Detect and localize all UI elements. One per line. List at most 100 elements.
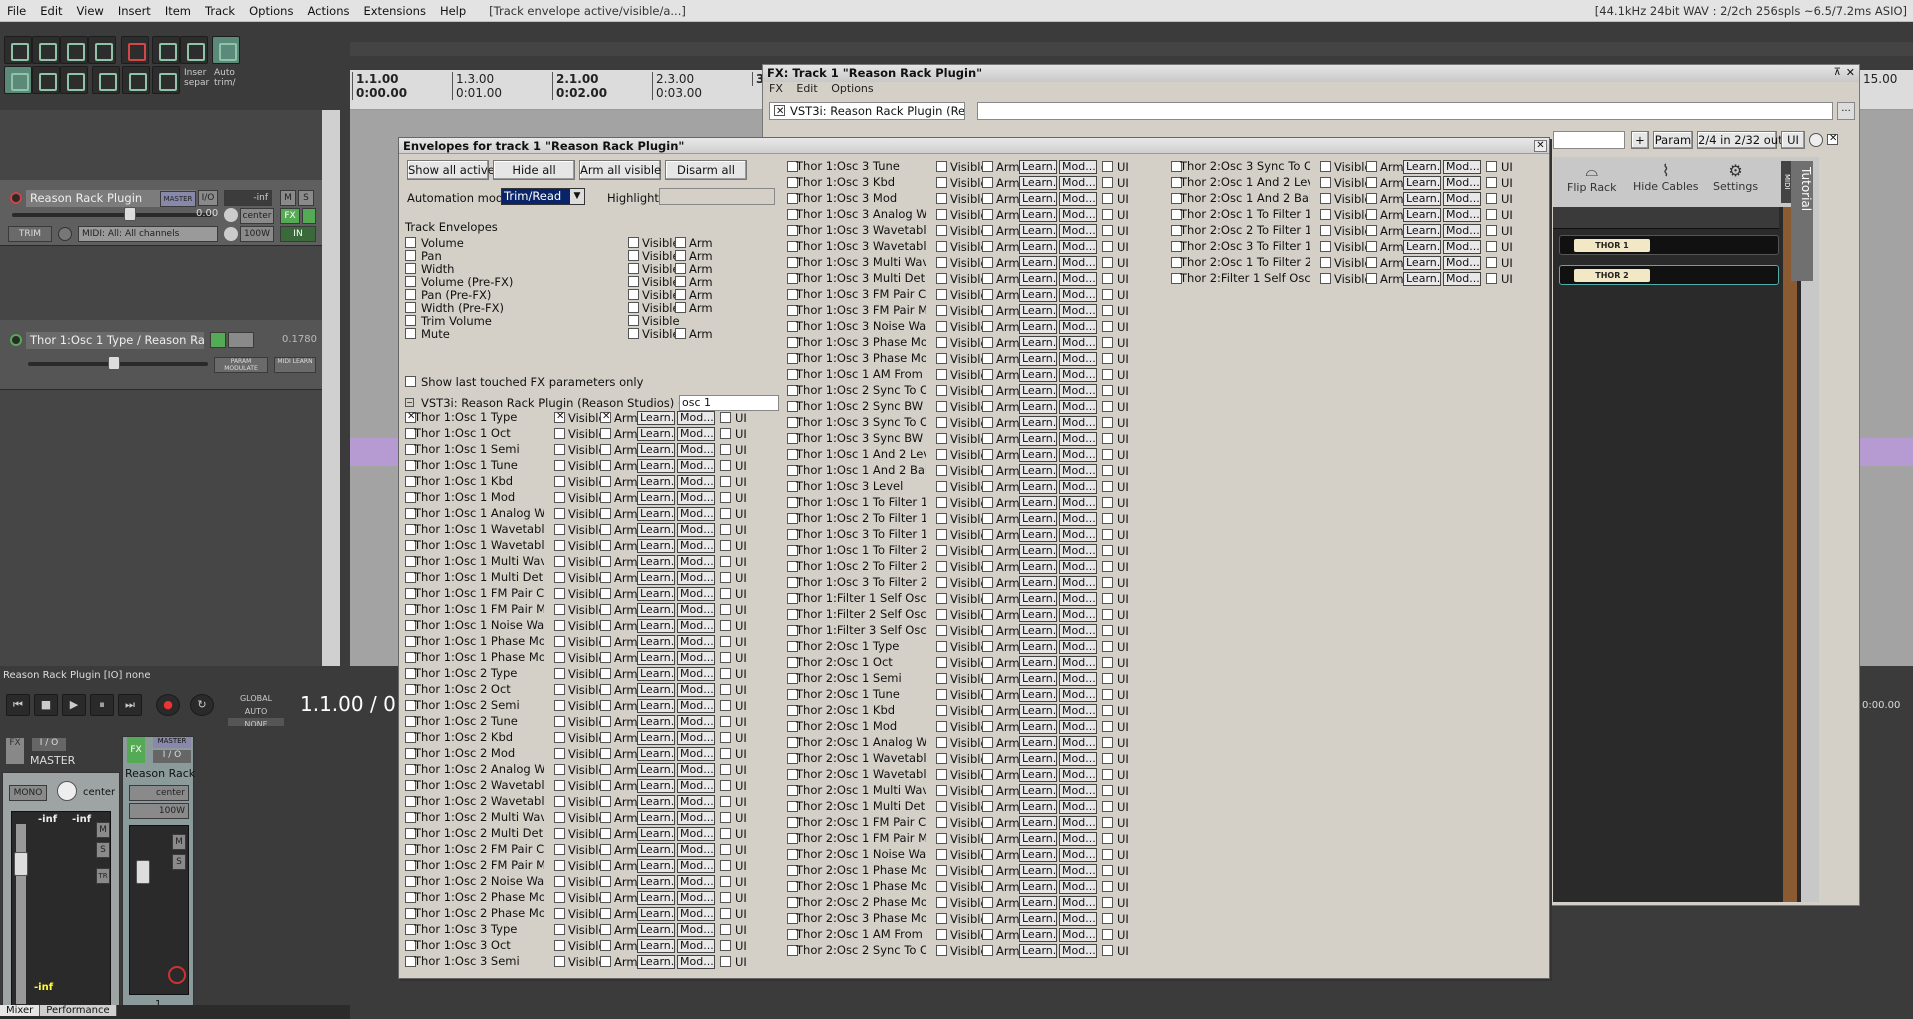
visible-checkbox[interactable]	[936, 401, 947, 412]
learn-button[interactable]: Learn...	[637, 699, 675, 713]
track-envelope-checkbox[interactable]	[405, 237, 416, 248]
ui-checkbox[interactable]	[720, 892, 731, 903]
mod-button[interactable]: Mod...	[677, 715, 715, 729]
learn-button[interactable]: Learn...	[637, 827, 675, 841]
envelope-icon[interactable]	[212, 36, 240, 64]
visible-checkbox[interactable]	[628, 302, 639, 313]
visible-checkbox[interactable]	[628, 276, 639, 287]
learn-button[interactable]: Learn...	[637, 539, 675, 553]
settings-icon[interactable]	[88, 36, 116, 64]
visible-checkbox[interactable]	[554, 844, 565, 855]
visible-checkbox[interactable]	[936, 305, 947, 316]
mod-button[interactable]: Mod...	[677, 523, 715, 537]
visible-checkbox[interactable]	[554, 956, 565, 967]
ui-checkbox[interactable]	[720, 764, 731, 775]
open-project-icon[interactable]	[32, 36, 60, 64]
learn-button[interactable]: Learn...	[1019, 944, 1057, 958]
ui-checkbox[interactable]	[720, 908, 731, 919]
ui-checkbox[interactable]	[720, 876, 731, 887]
mod-button[interactable]: Mod...	[1059, 208, 1097, 222]
track-1-panel[interactable]: Reason Rack Plugin MASTER I/O -inf M S 0…	[0, 180, 338, 246]
mod-button[interactable]: Mod...	[677, 411, 715, 425]
pause-icon[interactable]: ⏸	[90, 694, 114, 716]
mod-button[interactable]: Mod...	[677, 955, 715, 969]
visible-checkbox[interactable]	[936, 337, 947, 348]
ui-checkbox[interactable]	[1102, 609, 1113, 620]
learn-button[interactable]: Learn...	[1019, 304, 1057, 318]
arm-checkbox[interactable]	[600, 636, 611, 647]
mod-button[interactable]: Mod...	[1059, 816, 1097, 830]
arm-checkbox[interactable]	[982, 737, 993, 748]
visible-checkbox[interactable]	[554, 940, 565, 951]
time-display[interactable]: 1.1.00 / 0:	[300, 692, 403, 716]
mod-button[interactable]: Mod...	[1443, 176, 1481, 190]
arm-checkbox[interactable]	[600, 620, 611, 631]
ui-checkbox[interactable]	[1102, 497, 1113, 508]
record-arm-icon[interactable]	[10, 192, 22, 204]
mod-button[interactable]: Mod...	[1059, 608, 1097, 622]
ui-checkbox[interactable]	[1102, 641, 1113, 652]
ui-checkbox[interactable]	[1102, 481, 1113, 492]
visible-checkbox[interactable]	[1320, 225, 1331, 236]
settings-button[interactable]: ⚙ Settings	[1713, 161, 1758, 193]
learn-button[interactable]: Learn...	[1019, 288, 1057, 302]
visible-checkbox[interactable]	[1320, 273, 1331, 284]
learn-button[interactable]: Learn...	[1019, 768, 1057, 782]
hide-cables-button[interactable]: ⌇ Hide Cables	[1633, 161, 1699, 193]
learn-button[interactable]: Learn...	[637, 795, 675, 809]
tutorial-tab[interactable]: Tutorial	[1791, 161, 1813, 281]
fx-ui-button[interactable]: UI	[1781, 131, 1805, 149]
visible-checkbox[interactable]	[1320, 209, 1331, 220]
automation-mode-select[interactable]: Trim/Read ▼	[501, 188, 585, 205]
thor-1-device[interactable]: THOR 1	[1559, 235, 1779, 255]
learn-button[interactable]: Learn...	[1019, 720, 1057, 734]
visible-checkbox[interactable]	[628, 237, 639, 248]
learn-button[interactable]: Learn...	[637, 907, 675, 921]
mod-button[interactable]: Mod...	[1059, 928, 1097, 942]
arm-checkbox[interactable]	[1366, 161, 1377, 172]
visible-checkbox[interactable]	[1320, 177, 1331, 188]
master-trim-button[interactable]: TR	[96, 868, 110, 884]
learn-button[interactable]: Learn...	[1019, 256, 1057, 270]
visible-checkbox[interactable]	[554, 748, 565, 759]
ui-checkbox[interactable]	[1102, 833, 1113, 844]
learn-button[interactable]: Learn...	[637, 523, 675, 537]
arm-checkbox[interactable]	[982, 801, 993, 812]
play-icon[interactable]: ▶	[62, 694, 86, 716]
visible-checkbox[interactable]	[554, 652, 565, 663]
pin-icon[interactable]: ⊼	[1834, 67, 1841, 78]
learn-button[interactable]: Learn...	[1019, 336, 1057, 350]
visible-checkbox[interactable]	[936, 385, 947, 396]
mod-button[interactable]: Mod...	[677, 603, 715, 617]
learn-button[interactable]: Learn...	[637, 779, 675, 793]
arm-checkbox[interactable]	[982, 497, 993, 508]
ui-checkbox[interactable]	[1102, 161, 1113, 172]
visible-checkbox[interactable]	[936, 513, 947, 524]
arm-checkbox[interactable]	[982, 529, 993, 540]
ui-checkbox[interactable]	[1102, 849, 1113, 860]
learn-button[interactable]: Learn...	[637, 811, 675, 825]
ui-checkbox[interactable]	[1102, 561, 1113, 572]
ui-checkbox[interactable]	[720, 604, 731, 615]
ui-checkbox[interactable]	[1102, 385, 1113, 396]
arm-checkbox[interactable]	[600, 460, 611, 471]
learn-button[interactable]: Learn...	[637, 955, 675, 969]
mod-button[interactable]: Mod...	[1059, 896, 1097, 910]
visible-checkbox[interactable]	[628, 289, 639, 300]
ui-checkbox[interactable]	[720, 508, 731, 519]
mod-button[interactable]: Mod...	[677, 475, 715, 489]
track-envelope-checkbox[interactable]	[405, 315, 416, 326]
learn-button[interactable]: Learn...	[637, 635, 675, 649]
learn-button[interactable]: Learn...	[637, 875, 675, 889]
thor-2-device[interactable]: THOR 2	[1559, 265, 1779, 285]
ui-checkbox[interactable]	[720, 540, 731, 551]
mod-button[interactable]: Mod...	[1059, 256, 1097, 270]
arm-checkbox[interactable]	[982, 273, 993, 284]
visible-checkbox[interactable]	[554, 604, 565, 615]
ui-checkbox[interactable]	[1102, 177, 1113, 188]
mod-button[interactable]: Mod...	[1443, 208, 1481, 222]
learn-button[interactable]: Learn...	[1019, 480, 1057, 494]
grid-icon[interactable]	[4, 66, 32, 94]
learn-button[interactable]: Learn...	[637, 427, 675, 441]
ui-checkbox[interactable]	[1102, 673, 1113, 684]
